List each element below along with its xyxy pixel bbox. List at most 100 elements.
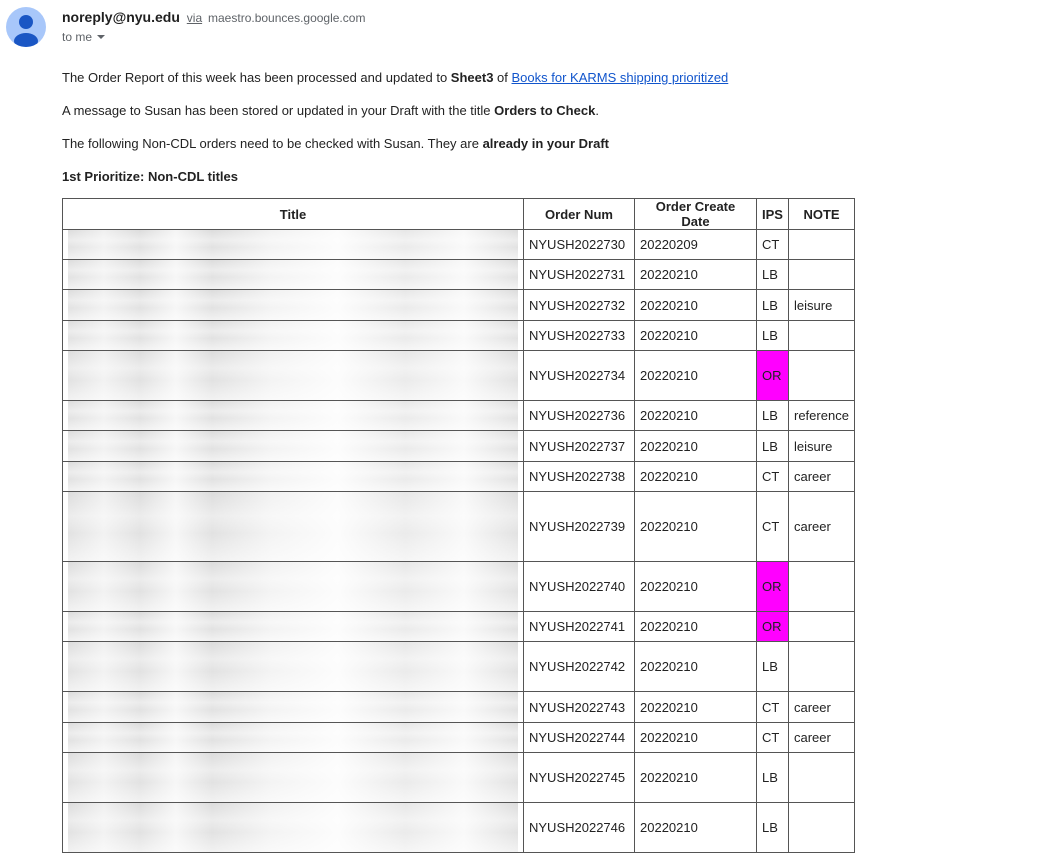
title-cell-redacted <box>62 461 524 492</box>
order-date-cell: 20220209 <box>634 229 757 260</box>
paragraph-report: The Order Report of this week has been p… <box>62 68 1022 87</box>
order-date-cell: 20220210 <box>634 430 757 462</box>
order-num-cell: NYUSH2022739 <box>523 491 635 562</box>
via-domain: maestro.bounces.google.com <box>208 11 366 25</box>
person-icon <box>14 15 38 47</box>
table-row: NYUSH2022737 20220210 LB leisure <box>62 430 855 462</box>
order-num-cell: NYUSH2022738 <box>523 461 635 492</box>
note-cell: career <box>788 461 855 492</box>
ips-cell: OR <box>756 561 789 612</box>
ips-cell: LB <box>756 400 789 431</box>
note-cell: reference <box>788 400 855 431</box>
order-date-cell: 20220210 <box>634 561 757 612</box>
ips-cell: LB <box>756 641 789 692</box>
order-date-cell: 20220210 <box>634 722 757 753</box>
check-text: The following Non-CDL orders need to be … <box>62 136 483 151</box>
spreadsheet-link[interactable]: Books for KARMS shipping prioritized <box>512 70 729 85</box>
order-num-cell: NYUSH2022737 <box>523 430 635 462</box>
order-date-cell: 20220210 <box>634 320 757 351</box>
note-cell <box>788 561 855 612</box>
ips-cell: LB <box>756 289 789 321</box>
redacted-title-image <box>68 431 518 461</box>
note-cell <box>788 320 855 351</box>
table-row: NYUSH2022746 20220210 LB <box>62 802 855 853</box>
order-num-cell: NYUSH2022742 <box>523 641 635 692</box>
table-row: NYUSH2022732 20220210 LB leisure <box>62 289 855 321</box>
note-cell: leisure <box>788 430 855 462</box>
note-cell <box>788 229 855 260</box>
orders-table: Title Order Num Order Create Date IPS NO… <box>62 198 855 853</box>
orders-table-body: NYUSH2022730 20220209 CT NYUSH2022731 202202… <box>62 229 855 853</box>
order-num-cell: NYUSH2022746 <box>523 802 635 853</box>
already-draft-text: already in your Draft <box>482 136 610 151</box>
note-cell <box>788 641 855 692</box>
note-cell <box>788 259 855 290</box>
header-order-date: Order Create Date <box>634 198 757 230</box>
order-date-cell: 20220210 <box>634 289 757 321</box>
title-cell-redacted <box>62 320 524 351</box>
ips-cell: LB <box>756 430 789 462</box>
title-cell-redacted <box>62 491 524 562</box>
order-date-cell: 20220210 <box>634 611 757 642</box>
redacted-title-image <box>68 642 518 691</box>
order-date-cell: 20220210 <box>634 400 757 431</box>
order-num-cell: NYUSH2022740 <box>523 561 635 612</box>
order-num-cell: NYUSH2022743 <box>523 691 635 723</box>
table-row: NYUSH2022743 20220210 CT career <box>62 691 855 723</box>
order-num-cell: NYUSH2022736 <box>523 400 635 431</box>
order-num-cell: NYUSH2022733 <box>523 320 635 351</box>
redacted-title-image <box>68 260 518 289</box>
ips-cell: CT <box>756 461 789 492</box>
order-date-cell: 20220210 <box>634 350 757 401</box>
ips-cell: LB <box>756 802 789 853</box>
order-date-cell: 20220210 <box>634 802 757 853</box>
title-cell-redacted <box>62 641 524 692</box>
title-cell-redacted <box>62 400 524 431</box>
order-date-cell: 20220210 <box>634 491 757 562</box>
redacted-title-image <box>68 492 518 561</box>
title-cell-redacted <box>62 802 524 853</box>
recipient-details-toggle[interactable]: to me <box>62 30 106 44</box>
table-row: NYUSH2022739 20220210 CT career <box>62 491 855 562</box>
sender-avatar[interactable] <box>6 7 46 47</box>
order-num-cell: NYUSH2022734 <box>523 350 635 401</box>
table-row: NYUSH2022745 20220210 LB <box>62 752 855 803</box>
recipient-label: to me <box>62 30 93 44</box>
ips-cell: CT <box>756 229 789 260</box>
report-text: The Order Report of this week has been p… <box>62 70 451 85</box>
header-note: NOTE <box>788 198 855 230</box>
sender-name[interactable]: noreply@nyu.edu <box>62 9 180 25</box>
order-date-cell: 20220210 <box>634 752 757 803</box>
table-row: NYUSH2022742 20220210 LB <box>62 641 855 692</box>
redacted-title-image <box>68 351 518 400</box>
redacted-title-image <box>68 401 518 430</box>
note-cell <box>788 350 855 401</box>
of-text: of <box>493 70 512 85</box>
redacted-title-image <box>68 612 518 641</box>
table-row: NYUSH2022736 20220210 LB reference <box>62 400 855 431</box>
table-header-row: Title Order Num Order Create Date IPS NO… <box>62 198 855 230</box>
note-cell: career <box>788 691 855 723</box>
redacted-title-image <box>68 753 518 802</box>
draft-title: Orders to Check <box>494 103 596 118</box>
ips-cell: OR <box>756 350 789 401</box>
ips-cell: CT <box>756 691 789 723</box>
table-row: NYUSH2022731 20220210 LB <box>62 259 855 290</box>
title-cell-redacted <box>62 350 524 401</box>
section-heading: 1st Prioritize: Non-CDL titles <box>62 167 1022 186</box>
redacted-title-image <box>68 562 518 611</box>
redacted-title-image <box>68 321 518 350</box>
title-cell-redacted <box>62 722 524 753</box>
ips-cell: LB <box>756 259 789 290</box>
table-row: NYUSH2022738 20220210 CT career <box>62 461 855 492</box>
via-link[interactable]: via <box>187 11 202 25</box>
redacted-title-image <box>68 692 518 722</box>
title-cell-redacted <box>62 289 524 321</box>
title-cell-redacted <box>62 691 524 723</box>
ips-cell: LB <box>756 320 789 351</box>
order-num-cell: NYUSH2022744 <box>523 722 635 753</box>
order-date-cell: 20220210 <box>634 641 757 692</box>
redacted-title-image <box>68 230 518 259</box>
table-row: NYUSH2022740 20220210 OR <box>62 561 855 612</box>
order-num-cell: NYUSH2022730 <box>523 229 635 260</box>
